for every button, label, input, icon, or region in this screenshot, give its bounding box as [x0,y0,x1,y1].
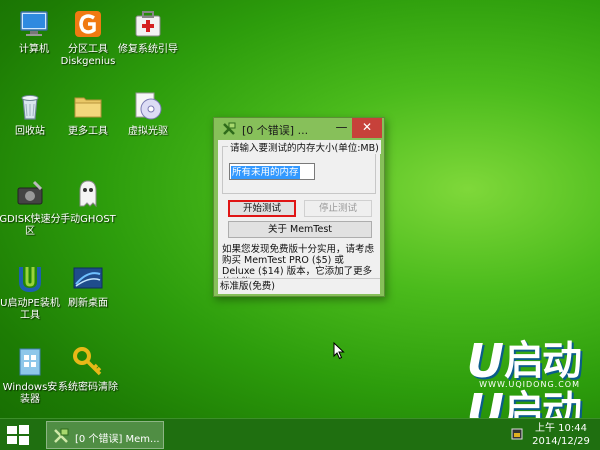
desktop-icon-ghost[interactable]: 手动GHOST [56,178,120,226]
logo-letter: U [466,334,504,388]
desktop-icon-diskgenius[interactable]: 分区工具 Diskgenius [56,8,120,68]
desktop-icon-label: 更多工具 [68,126,108,137]
desktop-icon-password-clear[interactable]: 系统密码清除 [56,346,120,394]
memtest-app-icon [54,428,69,443]
about-memtest-button[interactable]: 关于 MemTest [228,221,372,238]
clock-time: 上午 10:44 [535,423,587,434]
ghost-icon [79,180,97,208]
desktop-icon-label: 回收站 [15,126,45,137]
desktop-icon-label: U启动PE装机工具 [0,298,60,321]
uqidong-logo-upper: U启动 WWW.UQIDONG.COM [466,334,582,389]
system-clock[interactable]: 上午 10:44 2014/12/29 [526,422,596,448]
more-tools-folder-icon [74,97,102,118]
taskbar-item-label: [0 个错误] Mem... [75,434,160,445]
memtest-window[interactable]: [0 个错误] ... — ✕ 请输入要测试的内存大小(单位:MB) 所有未用的… [213,117,385,297]
recycle-bin-icon [21,95,39,120]
window-title: [0 个错误] ... [242,124,309,137]
desktop-icon-refresh-desktop[interactable]: 刷新桌面 [56,262,120,310]
desktop-icon-recycle-bin[interactable]: 回收站 [0,90,62,138]
desktop-icon-boot-repair[interactable]: 修复系统引导 [116,8,180,56]
memory-size-input[interactable]: 所有未用的内存 [229,163,315,180]
window-client-area: 请输入要测试的内存大小(单位:MB) 所有未用的内存 开始测试 停止测试 关于 … [218,140,381,288]
desktop-icon-label: 分区工具 Diskgenius [60,44,116,67]
status-bar: 标准版(免费) [218,278,380,294]
boot-repair-icon [135,11,161,37]
start-test-button[interactable]: 开始测试 [228,200,296,217]
windows-start-icon[interactable] [6,424,30,446]
taskbar-item-memtest[interactable]: [0 个错误] Mem... [46,421,164,449]
desktop-icon-windows-install[interactable]: Windows安装器 [0,346,62,406]
clock-date: 2014/12/29 [532,436,590,447]
window-titlebar[interactable]: [0 个错误] ... — ✕ [214,118,384,140]
memtest-app-icon [223,122,236,135]
desktop-icon-more-tools[interactable]: 更多工具 [56,90,120,138]
logo-text: 启动 [504,338,582,384]
taskbar: [0 个错误] Mem... 上午 10:44 2014/12/29 [0,418,600,450]
mouse-cursor-icon [333,342,345,360]
desktop-icon-label: 手动GHOST [60,214,116,225]
desktop-icon-label: 刷新桌面 [68,298,108,309]
stop-test-button[interactable]: 停止测试 [304,200,372,217]
gdisk-icon [17,180,43,205]
desktop-icon-label: 系统密码清除 [58,382,118,393]
tray-flag-icon[interactable] [510,427,524,441]
memory-size-group: 请输入要测试的内存大小(单位:MB) 所有未用的内存 [222,140,381,194]
desktop-icon-label: GDISK快速分区 [0,214,61,237]
minimize-button[interactable]: — [329,118,354,138]
desktop-icon-gdisk[interactable]: GDISK快速分区 [0,178,62,238]
memory-size-value: 所有未用的内存 [231,166,300,179]
desktop-icon-label: 修复系统引导 [118,44,178,55]
windows-install-icon [19,348,41,376]
password-clear-icon [73,347,102,376]
diskgenius-icon [75,11,101,37]
desktop-icon-virtual-drive[interactable]: 虚拟光驱 [116,90,180,138]
memory-size-label: 请输入要测试的内存大小(单位:MB) [228,140,381,154]
desktop-icon-label: 虚拟光驱 [128,126,168,137]
computer-icon [20,11,48,36]
uqidong-pe-icon [19,267,41,293]
desktop-icon-label: Windows安装器 [2,382,58,405]
refresh-desktop-icon [73,267,103,289]
virtual-drive-icon [135,92,162,120]
close-button[interactable]: ✕ [352,118,382,138]
desktop-icon-uqidong-pe[interactable]: U启动PE装机工具 [0,262,62,322]
